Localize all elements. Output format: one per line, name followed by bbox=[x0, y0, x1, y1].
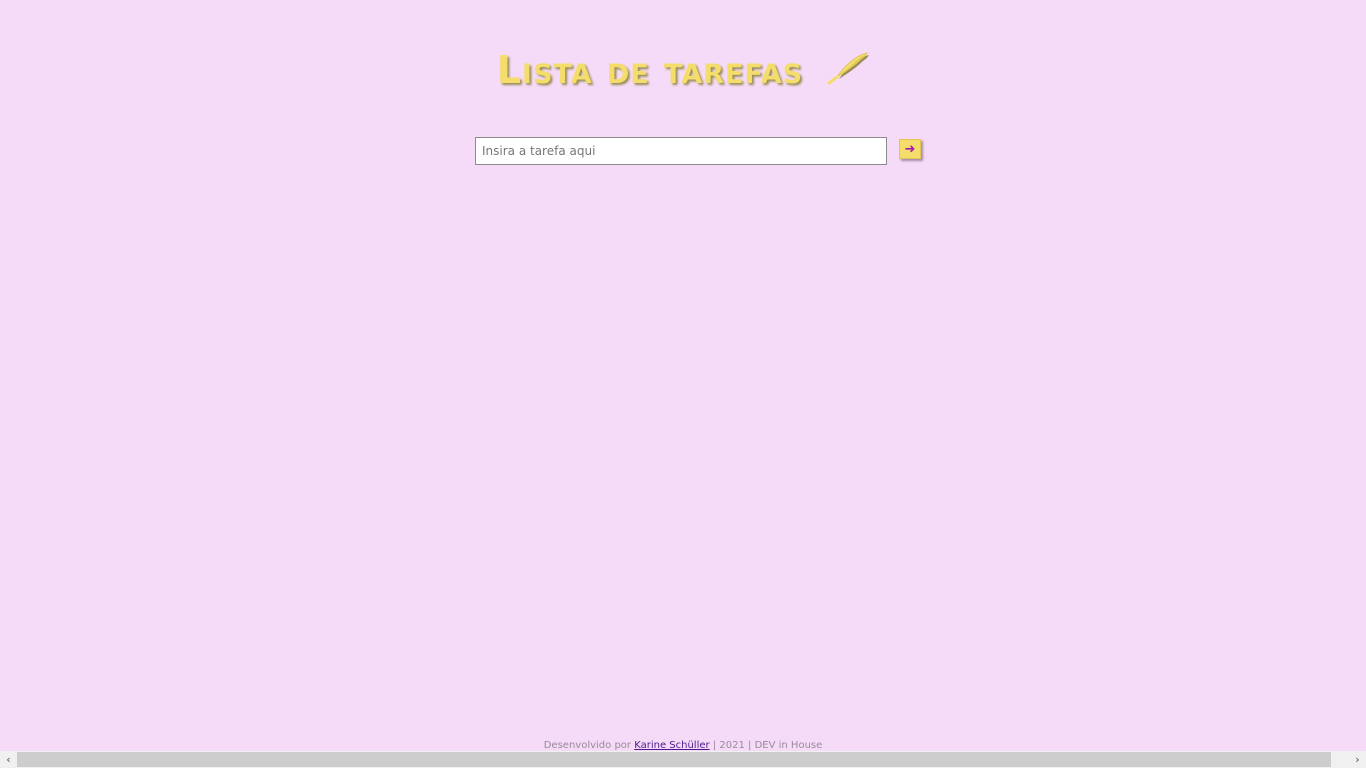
add-task-button[interactable]: ➜ bbox=[899, 139, 921, 159]
page-title-text: Lista de tarefas bbox=[496, 48, 804, 92]
chevron-left-icon: ‹ bbox=[6, 753, 11, 766]
author-link[interactable]: Karine Schüller bbox=[634, 740, 709, 751]
horizontal-scrollbar[interactable]: ‹ › bbox=[0, 751, 1366, 768]
footer-separator: | bbox=[748, 740, 752, 751]
scroll-right-button[interactable]: › bbox=[1349, 751, 1366, 768]
footer: Desenvolvido por Karine Schüller | 2021 … bbox=[0, 740, 1366, 751]
quill-pen-icon bbox=[825, 49, 870, 94]
arrow-right-icon: ➜ bbox=[904, 141, 916, 157]
footer-separator: | bbox=[712, 740, 717, 751]
footer-year: 2021 bbox=[719, 740, 745, 751]
page: Lista de tarefas ➜ Desenvolvido por Kari… bbox=[0, 0, 1366, 768]
chevron-right-icon: › bbox=[1355, 753, 1360, 766]
page-title: Lista de tarefas bbox=[0, 48, 1366, 94]
scrollbar-thumb[interactable] bbox=[17, 752, 1331, 767]
footer-prefix: Desenvolvido por bbox=[543, 740, 632, 751]
footer-org: DEV in House bbox=[754, 740, 823, 751]
task-input[interactable] bbox=[475, 137, 887, 165]
scroll-left-button[interactable]: ‹ bbox=[0, 751, 17, 768]
